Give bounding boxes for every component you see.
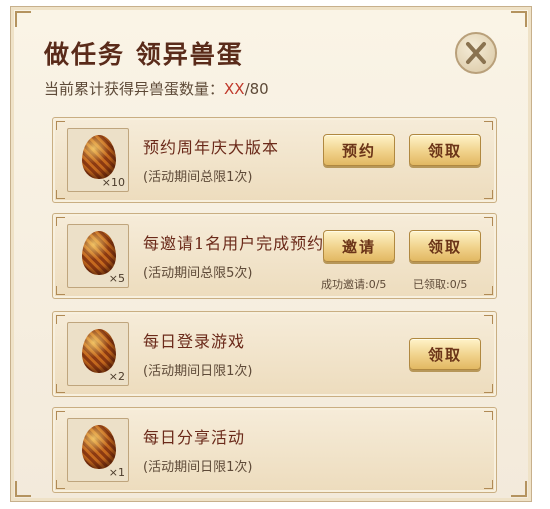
card-corner — [56, 384, 65, 393]
card-corner — [484, 217, 493, 226]
close-icon — [466, 42, 486, 64]
card-corner — [56, 217, 65, 226]
reward-slot: ×2 — [67, 322, 129, 386]
dragon-egg-icon — [82, 329, 116, 373]
card-corner — [484, 286, 493, 295]
dragon-egg-icon — [82, 135, 116, 179]
card-corner — [484, 190, 493, 199]
task-title: 每日分享活动 — [143, 428, 246, 447]
reserve-button[interactable]: 预约 — [323, 134, 395, 166]
card-corner — [484, 411, 493, 420]
egg-counter-total: /80 — [244, 80, 269, 98]
dragon-egg-icon — [82, 231, 116, 275]
egg-counter-current: XX — [224, 80, 245, 98]
task-limit: (活动期间日限1次) — [143, 364, 253, 379]
panel-corner-ornament — [511, 481, 527, 497]
reward-quantity: ×10 — [101, 176, 125, 189]
task-card-reserve: ×10 预约周年庆大版本 (活动期间总限1次) 预约 领取 — [52, 117, 497, 203]
card-corner — [56, 315, 65, 324]
card-corner — [56, 411, 65, 420]
claim-button[interactable]: 领取 — [409, 230, 481, 262]
card-corner — [484, 480, 493, 489]
invite-progress: 成功邀请:0/5 — [321, 278, 387, 291]
task-title: 每日登录游戏 — [143, 332, 246, 351]
reward-slot: ×10 — [67, 128, 129, 192]
reward-quantity: ×2 — [108, 370, 125, 383]
task-card-daily-login: ×2 每日登录游戏 (活动期间日限1次) 领取 — [52, 311, 497, 397]
invite-button[interactable]: 邀请 — [323, 230, 395, 262]
task-limit: (活动期间日限1次) — [143, 460, 253, 475]
panel-corner-ornament — [15, 11, 31, 27]
task-card-daily-share: ×1 每日分享活动 (活动期间日限1次) — [52, 407, 497, 493]
card-corner — [56, 190, 65, 199]
task-title: 每邀请1名用户完成预约 — [143, 234, 325, 253]
claimed-progress: 已领取:0/5 — [413, 278, 468, 291]
card-corner — [484, 121, 493, 130]
dragon-egg-icon — [82, 425, 116, 469]
panel-corner-ornament — [511, 11, 527, 27]
reward-slot: ×5 — [67, 224, 129, 288]
egg-counter: 当前累计获得异兽蛋数量：XX/80 — [44, 78, 269, 99]
task-card-invite: ×5 每邀请1名用户完成预约 (活动期间总限5次) 邀请 领取 成功邀请:0/5… — [52, 213, 497, 299]
task-title: 预约周年庆大版本 — [143, 138, 280, 157]
card-corner — [56, 121, 65, 130]
panel-corner-ornament — [15, 481, 31, 497]
card-corner — [56, 286, 65, 295]
panel-title: 做任务 领异兽蛋 — [44, 40, 244, 69]
card-corner — [484, 384, 493, 393]
egg-counter-label: 当前累计获得异兽蛋数量： — [44, 80, 225, 98]
reward-slot: ×1 — [67, 418, 129, 482]
task-limit: (活动期间总限1次) — [143, 170, 253, 185]
task-limit: (活动期间总限5次) — [143, 266, 253, 281]
reward-quantity: ×5 — [108, 272, 125, 285]
card-corner — [56, 480, 65, 489]
reward-quantity: ×1 — [108, 466, 125, 479]
card-corner — [484, 315, 493, 324]
claim-button[interactable]: 领取 — [409, 134, 481, 166]
close-button[interactable] — [455, 32, 497, 74]
claim-button[interactable]: 领取 — [409, 338, 481, 370]
